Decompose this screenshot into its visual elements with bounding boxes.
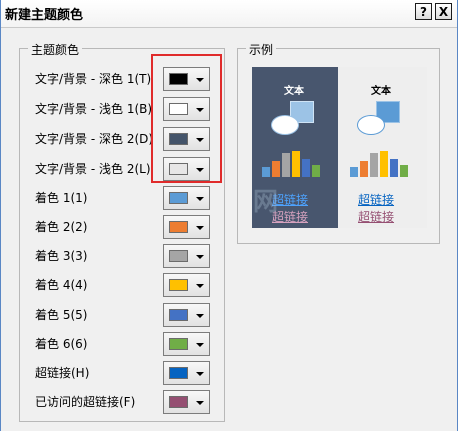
accent5-color-button[interactable] (163, 303, 210, 327)
help-button[interactable]: ? (415, 3, 432, 20)
chevron-down-icon (196, 255, 204, 259)
light-mini-chart (350, 151, 418, 177)
accent6-label: 着色 6(6) (35, 337, 88, 351)
chevron-down-icon (196, 343, 204, 347)
dark-preview-text: 文本 (284, 86, 304, 97)
preview-callout (357, 115, 385, 135)
watermark-text: 网 (253, 187, 279, 216)
selection-highlight (151, 54, 222, 183)
accent3-swatch (169, 250, 188, 262)
mini-bar (360, 161, 368, 177)
mini-bar (292, 151, 300, 177)
mini-bar (370, 153, 378, 177)
dark-mini-chart (262, 151, 330, 177)
accent1-label: 着色 1(1) (35, 191, 88, 205)
new-theme-colors-dialog: 新建主题颜色 ? X 主题颜色 文字/背景 - 深色 1(T) 文字/背景 - … (0, 0, 458, 431)
accent4-label: 着色 4(4) (35, 278, 88, 292)
mini-bar (380, 151, 388, 177)
accent4-color-button[interactable] (163, 273, 210, 297)
sample-legend: 示例 (246, 41, 277, 58)
chevron-down-icon (196, 314, 204, 318)
visited-hyperlink-label: 已访问的超链接(F) (35, 395, 136, 409)
hyperlink-label: 超链接(H) (35, 366, 90, 380)
visited-hyperlink-color-button[interactable] (163, 390, 210, 414)
light-hyperlink[interactable]: 超链接 (358, 191, 394, 208)
chevron-down-icon (196, 226, 204, 230)
accent4-swatch (169, 279, 188, 291)
accent2-color-button[interactable] (163, 215, 210, 239)
dark2-label: 文字/背景 - 深色 2(D) (35, 132, 154, 146)
accent5-label: 着色 5(5) (35, 308, 88, 322)
hyperlink-swatch (169, 367, 188, 379)
mini-bar (302, 159, 310, 177)
visited-hyperlink-swatch (169, 396, 188, 408)
mini-bar (350, 167, 358, 177)
dark1-label: 文字/背景 - 深色 1(T) (35, 72, 152, 86)
light1-label: 文字/背景 - 浅色 1(B) (35, 102, 153, 116)
accent6-color-button[interactable] (163, 332, 210, 356)
light-preview-panel: 文本 超链接 超链接 (338, 67, 427, 228)
theme-colors-legend: 主题颜色 (28, 41, 83, 58)
accent1-swatch (169, 192, 188, 204)
accent2-swatch (169, 221, 188, 233)
light-visited-hyperlink[interactable]: 超链接 (358, 208, 394, 225)
chevron-down-icon (196, 401, 204, 405)
accent3-color-button[interactable] (163, 244, 210, 268)
accent3-label: 着色 3(3) (35, 249, 88, 263)
chevron-down-icon (196, 372, 204, 376)
light2-label: 文字/背景 - 浅色 2(L) (35, 162, 151, 176)
hyperlink-color-button[interactable] (163, 361, 210, 385)
preview-callout (271, 115, 299, 135)
mini-bar (272, 161, 280, 177)
sample-preview: 文本 超链接 超链接 文本 超链接 超链接 (252, 67, 427, 228)
light-preview-text: 文本 (371, 86, 391, 97)
chevron-down-icon (196, 197, 204, 201)
dialog-title: 新建主题颜色 (5, 8, 84, 23)
mini-bar (282, 153, 290, 177)
title-bar: 新建主题颜色 ? X (1, 0, 457, 28)
accent1-color-button[interactable] (163, 186, 210, 210)
mini-bar (390, 159, 398, 177)
close-button[interactable]: X (435, 3, 452, 20)
mini-bar (400, 165, 408, 177)
accent2-label: 着色 2(2) (35, 220, 88, 234)
accent5-swatch (169, 309, 188, 321)
accent6-swatch (169, 338, 188, 350)
mini-bar (312, 165, 320, 177)
chevron-down-icon (196, 284, 204, 288)
mini-bar (262, 167, 270, 177)
